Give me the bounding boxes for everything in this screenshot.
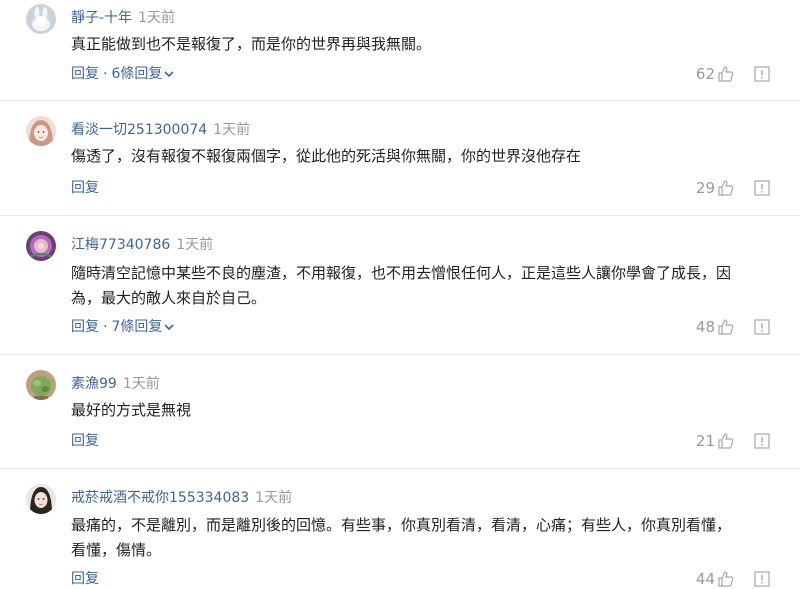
report-button[interactable] bbox=[754, 66, 770, 82]
comment-text: 最痛的，不是離別，而是離別後的回憶。有些事，你真別看清，看清，心痛；有些人，你真… bbox=[71, 513, 771, 563]
report-icon bbox=[754, 180, 770, 196]
comment-text-line: 為，最大的敵人來自於自己。 bbox=[71, 289, 267, 307]
like-count: 62 bbox=[695, 65, 715, 83]
comment-time: 1天前 bbox=[213, 122, 251, 138]
comment-header: 看淡一切251300074 1天前 bbox=[71, 120, 250, 140]
username[interactable]: 素漁99 bbox=[71, 376, 117, 392]
report-button[interactable] bbox=[754, 571, 770, 587]
comment-time: 1天前 bbox=[138, 10, 175, 26]
reply-button[interactable]: 回复 bbox=[71, 66, 99, 82]
comment-actions: 回复 bbox=[71, 178, 99, 198]
comment-header: 素漁99 1天前 bbox=[71, 374, 160, 394]
comment-actions: 回复 · 6條回复 bbox=[71, 64, 174, 84]
plant-avatar-icon bbox=[26, 370, 56, 400]
username[interactable]: 戒菸戒酒不戒你155334083 bbox=[71, 490, 249, 506]
thumbs-up-icon bbox=[718, 319, 734, 335]
like-button[interactable]: 21 bbox=[696, 432, 735, 450]
like-count: 48 bbox=[695, 318, 715, 336]
thumbs-up-icon bbox=[718, 571, 734, 587]
chevron-down-icon bbox=[164, 70, 174, 77]
thumbs-up-icon bbox=[718, 433, 734, 449]
chevron-down-icon bbox=[164, 323, 174, 330]
like-count: 44 bbox=[695, 570, 715, 588]
comment-item: 看淡一切251300074 1天前 傷透了，沒有報復不報復兩個字，從此他的死活與你… bbox=[0, 116, 800, 216]
comment-header: 戒菸戒酒不戒你155334083 1天前 bbox=[71, 488, 292, 508]
flower-avatar-icon bbox=[26, 231, 56, 261]
like-button[interactable]: 44 bbox=[696, 570, 735, 588]
view-replies-button[interactable]: 7條回复 bbox=[111, 319, 174, 335]
comment-item: 靜子-十年 1天前 真正能做到也不是報復了，而是你的世界再與我無關。 回复 · 6條回… bbox=[0, 4, 800, 101]
view-replies-button[interactable]: 6條回复 bbox=[111, 66, 174, 82]
comment-actions: 回复 · 7條回复 bbox=[71, 317, 174, 337]
like-button[interactable]: 29 bbox=[696, 179, 735, 197]
comment-meta-actions: 21 bbox=[696, 431, 770, 451]
user-avatar[interactable] bbox=[26, 231, 56, 261]
report-icon bbox=[754, 433, 770, 449]
username[interactable]: 看淡一切251300074 bbox=[71, 122, 207, 138]
comment-text-line: 看懂，傷情。 bbox=[71, 541, 162, 559]
comment-text: 真正能做到也不是報復了，而是你的世界再與我無關。 bbox=[71, 35, 432, 53]
separator-dot: · bbox=[103, 319, 108, 335]
comment-item: 素漁99 1天前 最好的方式是無視 回复 21 bbox=[0, 370, 800, 469]
comment-actions: 回复 bbox=[71, 569, 99, 589]
view-replies-label: 6條回复 bbox=[111, 66, 163, 82]
rabbit-avatar-icon bbox=[26, 4, 56, 34]
username[interactable]: 靜子-十年 bbox=[71, 10, 132, 26]
user-avatar[interactable] bbox=[26, 484, 56, 514]
comment-actions: 回复 bbox=[71, 431, 99, 451]
comment-text: 傷透了，沒有報復不報復兩個字，從此他的死活與你無關，你的世界沒他存在 bbox=[71, 147, 582, 165]
like-button[interactable]: 62 bbox=[696, 65, 735, 83]
comment-meta-actions: 44 bbox=[696, 569, 770, 589]
comment-text: 隨時清空記憶中某些不良的塵渣，不用報復，也不用去憎恨任何人，正是這些人讓你學會了… bbox=[71, 261, 771, 311]
like-button[interactable]: 48 bbox=[696, 318, 735, 336]
comment-text: 最好的方式是無視 bbox=[71, 401, 192, 419]
user-avatar[interactable] bbox=[26, 4, 56, 34]
reply-button[interactable]: 回复 bbox=[71, 433, 99, 449]
comment-meta-actions: 29 bbox=[696, 178, 770, 198]
view-replies-label: 7條回复 bbox=[111, 319, 163, 335]
user-avatar[interactable] bbox=[26, 370, 56, 400]
comment-text-line: 隨時清空記憶中某些不良的塵渣，不用報復，也不用去憎恨任何人，正是這些人讓你學會了… bbox=[71, 264, 732, 282]
like-count: 21 bbox=[695, 432, 715, 450]
thumbs-up-icon bbox=[718, 66, 734, 82]
comment-header: 江梅77340786 1天前 bbox=[71, 235, 213, 255]
comment-time: 1天前 bbox=[122, 376, 160, 392]
woman-avatar-icon bbox=[26, 484, 56, 514]
comment-text-line: 最痛的，不是離別，而是離別後的回憶。有些事，你真別看清，看清，心痛；有些人，你真… bbox=[71, 516, 732, 534]
report-icon bbox=[754, 571, 770, 587]
reply-button[interactable]: 回复 bbox=[71, 180, 99, 196]
reply-button[interactable]: 回复 bbox=[71, 319, 99, 335]
report-icon bbox=[754, 319, 770, 335]
comment-time: 1天前 bbox=[176, 237, 214, 253]
comment-time: 1天前 bbox=[255, 490, 293, 506]
thumbs-up-icon bbox=[718, 180, 734, 196]
like-count: 29 bbox=[695, 179, 715, 197]
comment-item: 江梅77340786 1天前 隨時清空記憶中某些不良的塵渣，不用報復，也不用去憎恨… bbox=[0, 231, 800, 355]
report-button[interactable] bbox=[754, 180, 770, 196]
report-icon bbox=[754, 66, 770, 82]
username[interactable]: 江梅77340786 bbox=[71, 237, 170, 253]
report-button[interactable] bbox=[754, 319, 770, 335]
separator-dot: · bbox=[103, 66, 108, 82]
girl-avatar-icon bbox=[26, 116, 56, 146]
user-avatar[interactable] bbox=[26, 116, 56, 146]
report-button[interactable] bbox=[754, 433, 770, 449]
comment-item: 戒菸戒酒不戒你155334083 1天前 最痛的，不是離別，而是離別後的回憶。有些… bbox=[0, 484, 800, 589]
comment-header: 靜子-十年 1天前 bbox=[71, 8, 175, 28]
reply-button[interactable]: 回复 bbox=[71, 571, 99, 587]
comment-meta-actions: 48 bbox=[696, 317, 770, 337]
comment-meta-actions: 62 bbox=[696, 64, 770, 84]
